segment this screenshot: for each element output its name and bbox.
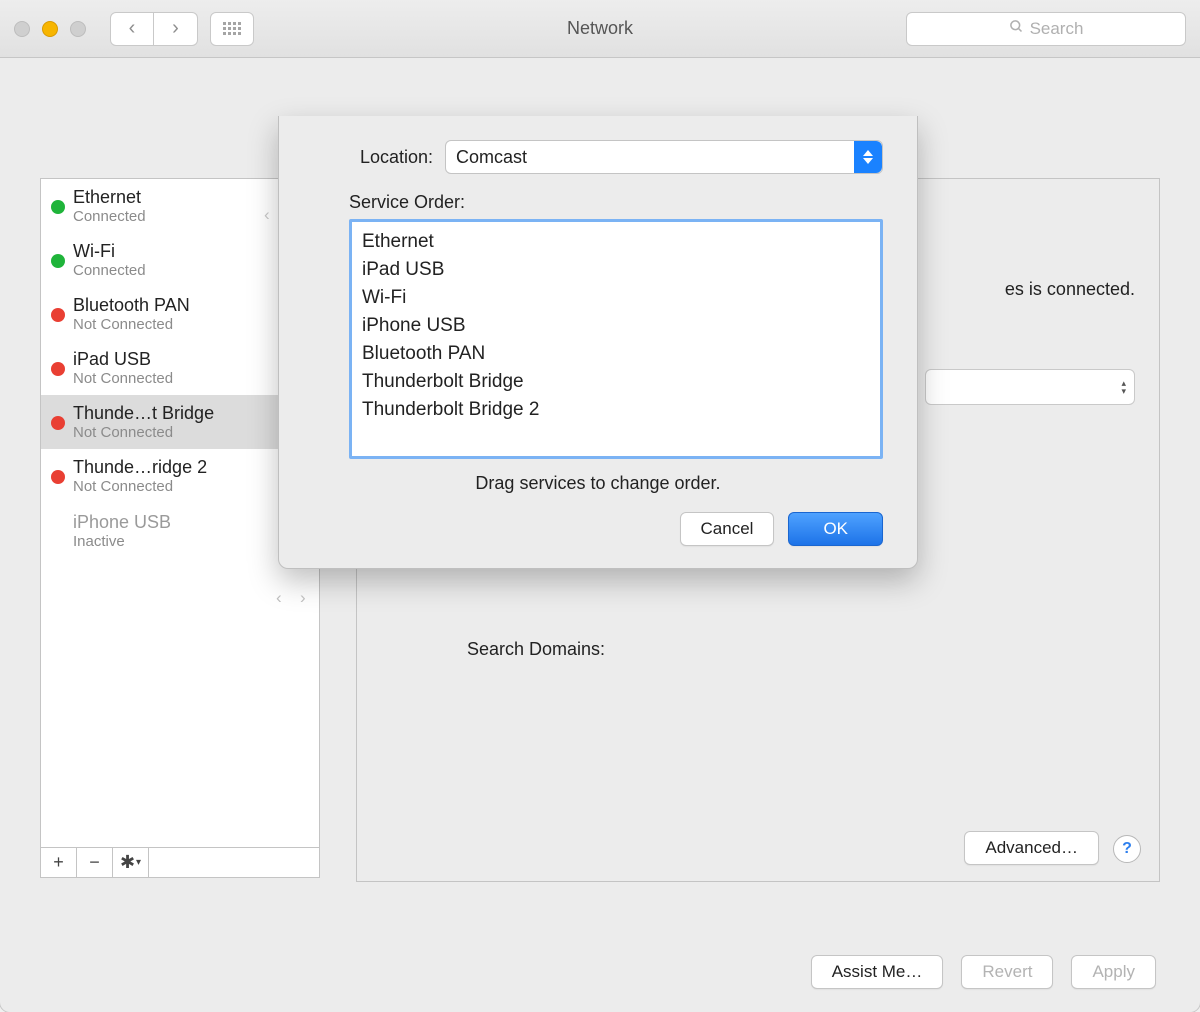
ok-button[interactable]: OK xyxy=(788,512,883,546)
zoom-button[interactable] xyxy=(70,21,86,37)
assist-me-button[interactable]: Assist Me… xyxy=(811,955,944,989)
window-title: Network xyxy=(567,18,633,39)
bottom-bar: Assist Me… Revert Apply xyxy=(0,932,1200,1012)
service-order-item[interactable]: Ethernet xyxy=(362,228,870,256)
service-order-item[interactable]: Thunderbolt Bridge 2 xyxy=(362,396,870,424)
chevron-left-icon: ‹ xyxy=(276,588,282,608)
location-value: Comcast xyxy=(456,147,527,168)
apply-button[interactable]: Apply xyxy=(1071,955,1156,989)
chevron-left-icon: ‹ xyxy=(129,17,136,40)
chevron-right-icon: › xyxy=(300,588,306,608)
service-name: Bluetooth PAN xyxy=(73,295,309,316)
window-body: EthernetConnectedWi-FiConnectedBluetooth… xyxy=(0,58,1200,1012)
location-label: Location: xyxy=(313,147,433,168)
service-status: Connected xyxy=(73,208,309,225)
service-order-item[interactable]: Thunderbolt Bridge xyxy=(362,368,870,396)
service-name: Ethernet xyxy=(73,187,309,208)
drag-hint: Drag services to change order. xyxy=(313,473,883,494)
status-dot xyxy=(51,254,65,268)
service-name: Wi-Fi xyxy=(73,241,309,262)
back-button[interactable]: ‹ xyxy=(110,12,154,46)
status-dot xyxy=(51,308,65,322)
service-name: iPhone USB xyxy=(73,512,275,533)
search-input[interactable]: Search xyxy=(906,12,1186,46)
status-dot xyxy=(51,470,65,484)
location-select[interactable]: Comcast xyxy=(445,140,883,174)
service-status: Not Connected xyxy=(73,424,309,441)
service-name: Thunde…ridge 2 xyxy=(73,457,309,478)
network-preferences-window: ‹ › Network Search EthernetConnectedWi-F… xyxy=(0,0,1200,1012)
service-order-item[interactable]: Bluetooth PAN xyxy=(362,340,870,368)
search-domains-label: Search Domains: xyxy=(467,639,605,660)
service-status: Inactive xyxy=(73,533,275,550)
service-order-label: Service Order: xyxy=(349,192,883,213)
nav-group: ‹ › xyxy=(110,12,198,46)
service-order-item[interactable]: Wi-Fi xyxy=(362,284,870,312)
select-caret-icon xyxy=(854,141,882,173)
cancel-button[interactable]: Cancel xyxy=(680,512,775,546)
ethernet-type-icon: ‹ xyxy=(264,205,270,225)
remove-service-button[interactable]: − xyxy=(77,848,113,877)
add-service-button[interactable]: + xyxy=(41,848,77,877)
connection-status-text: es is connected. xyxy=(1005,279,1135,300)
sidebar-toolbar: + − ✱▾ xyxy=(41,847,319,877)
show-all-button[interactable] xyxy=(210,12,254,46)
status-dot xyxy=(51,200,65,214)
revert-button[interactable]: Revert xyxy=(961,955,1053,989)
service-status: Not Connected xyxy=(73,370,309,387)
service-order-sheet: Location: Comcast Service Order: Etherne… xyxy=(278,116,918,569)
advanced-button[interactable]: Advanced… xyxy=(964,831,1099,865)
chevron-down-icon: ▾ xyxy=(136,857,141,868)
status-dot xyxy=(51,416,65,430)
help-button[interactable]: ? xyxy=(1113,835,1141,863)
grid-icon xyxy=(223,22,241,35)
forward-button[interactable]: › xyxy=(154,12,198,46)
gear-icon: ✱ xyxy=(120,852,135,873)
configure-dropdown[interactable]: ▴▾ xyxy=(925,369,1135,405)
sidebar-toolbar-spacer xyxy=(149,848,319,877)
close-button[interactable] xyxy=(14,21,30,37)
stepper-icon: ▴▾ xyxy=(1121,379,1126,395)
service-order-item[interactable]: iPad USB xyxy=(362,256,870,284)
traffic-lights xyxy=(14,21,86,37)
service-status: Connected xyxy=(73,262,309,279)
minimize-button[interactable] xyxy=(42,21,58,37)
status-dot xyxy=(51,362,65,376)
service-actions-button[interactable]: ✱▾ xyxy=(113,848,149,877)
search-placeholder: Search xyxy=(1030,19,1084,39)
service-name: Thunde…t Bridge xyxy=(73,403,309,424)
service-order-list[interactable]: EthernetiPad USBWi-FiiPhone USBBluetooth… xyxy=(349,219,883,459)
service-order-item[interactable]: iPhone USB xyxy=(362,312,870,340)
service-status: Not Connected xyxy=(73,316,309,333)
titlebar: ‹ › Network Search xyxy=(0,0,1200,58)
chevron-right-icon: › xyxy=(172,17,179,40)
search-icon xyxy=(1009,19,1024,39)
service-name: iPad USB xyxy=(73,349,309,370)
service-status: Not Connected xyxy=(73,478,309,495)
